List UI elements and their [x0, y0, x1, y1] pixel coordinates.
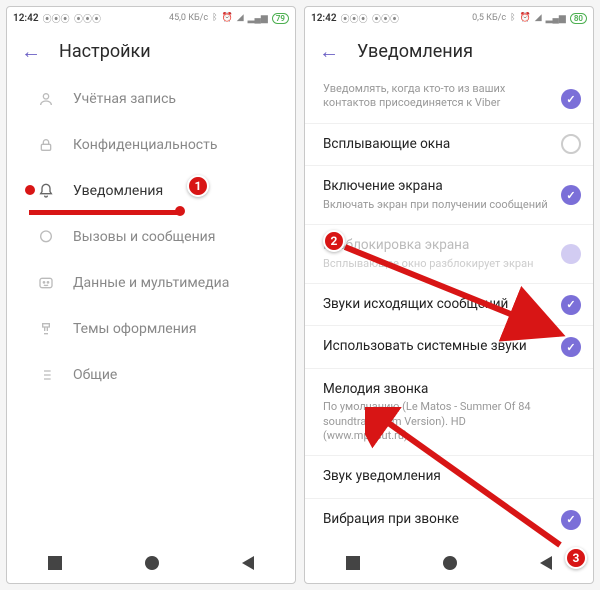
notif-title: Звуки исходящих сообщений: [323, 296, 549, 314]
settings-label: Общие: [73, 367, 117, 383]
settings-item-account[interactable]: Учётная запись: [7, 76, 295, 122]
notif-title: Всплывающие окна: [323, 136, 549, 154]
settings-item-data[interactable]: Данные и мультимедиа: [7, 260, 295, 306]
status-net: 0,5 КБ/с: [472, 13, 506, 23]
notif-title: Включение экрана: [323, 178, 549, 196]
annotation-badge-1: 1: [187, 175, 209, 197]
nav-recent-icon[interactable]: [346, 556, 360, 570]
app-header: ← Настройки: [7, 29, 295, 76]
status-net: 45,0 КБ/с: [169, 13, 208, 23]
annotation-dot: [175, 206, 185, 216]
checkbox-on-icon[interactable]: [561, 185, 581, 205]
checkbox-on-icon[interactable]: [561, 337, 581, 357]
notif-subtitle: Включать экран при получении сообщений: [323, 198, 549, 212]
settings-item-notifications[interactable]: Уведомления: [7, 168, 295, 214]
battery-indicator: 80: [570, 13, 587, 24]
notif-item-unlock[interactable]: Разблокировка экрана Всплывающее окно ра…: [305, 225, 593, 284]
settings-label: Данные и мультимедиа: [73, 275, 229, 291]
annotation-badge-3: 3: [565, 547, 587, 569]
checkbox-on-icon[interactable]: [561, 89, 581, 109]
notif-subtitle: Всплывающее окно разблокирует экран: [323, 257, 549, 271]
notif-item-outgoing-sounds[interactable]: Звуки исходящих сообщений: [305, 284, 593, 327]
status-icon: ⦿⦿⦿ ⦿⦿⦿: [341, 12, 399, 25]
status-bar: 12:42 ⦿⦿⦿ ⦿⦿⦿ 0,5 КБ/с ᛒ ⏰ ◢ ▂▄▆ 80: [305, 7, 593, 29]
notif-item-join[interactable]: Уведомлять, когда кто-то из ваших контак…: [305, 76, 593, 124]
settings-label: Конфиденциальность: [73, 137, 217, 153]
back-icon[interactable]: ←: [21, 39, 41, 64]
notif-title: Использовать системные звуки: [323, 338, 549, 356]
notifications-list: Уведомлять, когда кто-то из ваших контак…: [305, 76, 593, 543]
media-icon: [37, 274, 55, 292]
page-title: Настройки: [59, 41, 151, 62]
back-icon[interactable]: ←: [319, 39, 339, 64]
nav-bar: [7, 543, 295, 583]
bell-icon: [37, 182, 55, 200]
annotation-underline: [29, 210, 181, 215]
status-time: 12:42: [13, 13, 39, 24]
nav-back-icon[interactable]: [540, 556, 552, 570]
page-title: Уведомления: [357, 41, 473, 62]
nav-home-icon[interactable]: [145, 556, 159, 570]
notif-title: Вибрация при звонке: [323, 511, 549, 529]
radio-off-icon[interactable]: [561, 134, 581, 154]
signal-icon: ▂▄▆: [546, 13, 566, 24]
notif-title: Мелодия звонка: [323, 381, 549, 399]
list-icon: [37, 366, 55, 384]
status-bar: 12:42 ⦿⦿⦿ ⦿⦿⦿ 45,0 КБ/с ᛒ ⏰ ◢ ▂▄▆ 79: [7, 7, 295, 29]
signal-icon: ▂▄▆: [248, 13, 268, 24]
checkbox-off-icon[interactable]: [561, 244, 581, 264]
settings-label: Вызовы и сообщения: [73, 229, 215, 245]
notif-item-screenon[interactable]: Включение экрана Включать экран при полу…: [305, 166, 593, 225]
annotation-badge-2: 2: [323, 230, 345, 252]
battery-indicator: 79: [272, 13, 289, 24]
nav-bar: [305, 543, 593, 583]
nav-home-icon[interactable]: [443, 556, 457, 570]
lock-icon: [37, 136, 55, 154]
status-icon: ⦿⦿⦿ ⦿⦿⦿: [43, 12, 101, 25]
brush-icon: [37, 320, 55, 338]
wifi-icon: ◢: [237, 13, 244, 23]
notif-title: Звук уведомления: [323, 468, 549, 486]
bluetooth-icon: ᛒ: [212, 13, 217, 23]
notif-item-vibrate[interactable]: Вибрация при звонке: [305, 499, 593, 541]
alarm-icon: ⏰: [221, 13, 232, 23]
notif-title: Разблокировка экрана: [323, 237, 549, 255]
alarm-icon: ⏰: [519, 13, 530, 23]
notif-item-ringtone[interactable]: Мелодия звонка По умолчанию (Le Matos - …: [305, 369, 593, 456]
notif-subtitle: По умолчанию (Le Matos - Summer Of 84 so…: [323, 400, 549, 443]
app-header: ← Уведомления: [305, 29, 593, 76]
checkbox-on-icon[interactable]: [561, 510, 581, 530]
settings-item-calls[interactable]: Вызовы и сообщения: [7, 214, 295, 260]
phone-left: 12:42 ⦿⦿⦿ ⦿⦿⦿ 45,0 КБ/с ᛒ ⏰ ◢ ▂▄▆ 79 ← Н…: [6, 6, 296, 584]
settings-list: Учётная запись Конфиденциальность Уведом…: [7, 76, 295, 543]
user-icon: [37, 90, 55, 108]
nav-back-icon[interactable]: [242, 556, 254, 570]
notif-item-popup[interactable]: Всплывающие окна: [305, 124, 593, 167]
notif-item-notif-sound[interactable]: Звук уведомления: [305, 456, 593, 499]
notif-item-system-sounds[interactable]: Использовать системные звуки: [305, 326, 593, 369]
settings-item-privacy[interactable]: Конфиденциальность: [7, 122, 295, 168]
settings-label: Учётная запись: [73, 91, 176, 107]
wifi-icon: ◢: [535, 13, 542, 23]
settings-item-general[interactable]: Общие: [7, 352, 295, 398]
nav-recent-icon[interactable]: [48, 556, 62, 570]
annotation-dot: [25, 185, 35, 195]
settings-item-themes[interactable]: Темы оформления: [7, 306, 295, 352]
phone-right: 12:42 ⦿⦿⦿ ⦿⦿⦿ 0,5 КБ/с ᛒ ⏰ ◢ ▂▄▆ 80 ← Ув…: [304, 6, 594, 584]
chat-icon: [37, 228, 55, 246]
status-time: 12:42: [311, 13, 337, 24]
settings-label: Темы оформления: [73, 321, 197, 337]
bluetooth-icon: ᛒ: [510, 13, 515, 23]
notif-subtitle: Уведомлять, когда кто-то из ваших контак…: [323, 82, 549, 111]
checkbox-on-icon[interactable]: [561, 295, 581, 315]
settings-label: Уведомления: [73, 183, 163, 199]
